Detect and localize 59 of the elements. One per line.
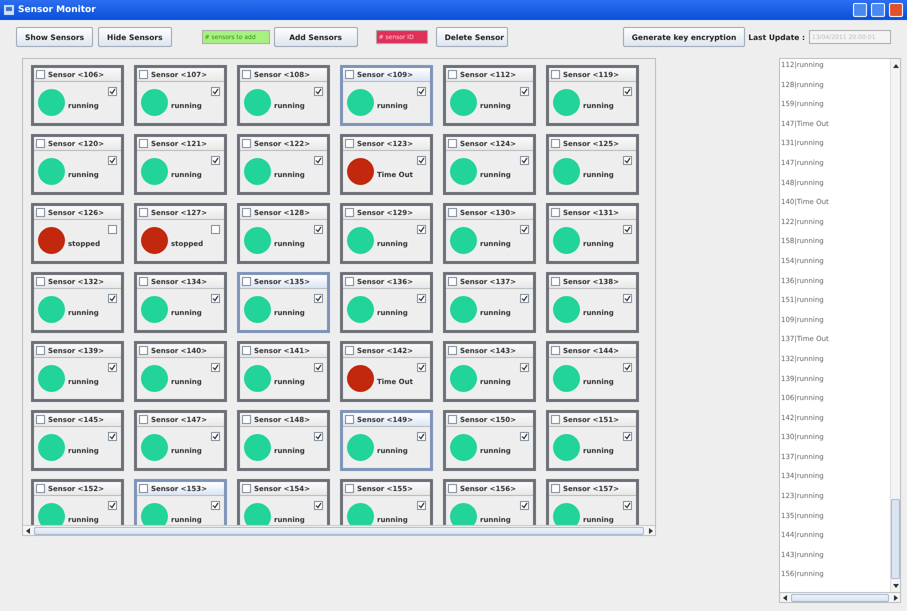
select-checkbox[interactable] xyxy=(551,277,560,286)
select-checkbox[interactable] xyxy=(36,415,45,424)
select-checkbox[interactable] xyxy=(139,139,148,148)
select-checkbox[interactable] xyxy=(242,484,251,493)
vertical-scrollbar[interactable] xyxy=(890,59,900,592)
scrollbar-thumb[interactable] xyxy=(891,499,900,579)
log-horizontal-scrollbar[interactable] xyxy=(779,593,901,603)
select-checkbox[interactable] xyxy=(139,484,148,493)
select-checkbox[interactable] xyxy=(345,208,354,217)
maximize-icon[interactable] xyxy=(871,3,885,17)
close-icon[interactable] xyxy=(889,3,903,17)
select-checkbox[interactable] xyxy=(345,277,354,286)
active-checkbox[interactable] xyxy=(211,225,220,234)
select-checkbox[interactable] xyxy=(448,70,457,79)
select-checkbox[interactable] xyxy=(448,415,457,424)
select-checkbox[interactable] xyxy=(36,208,45,217)
scrollbar-thumb[interactable] xyxy=(791,594,889,602)
select-checkbox[interactable] xyxy=(448,277,457,286)
scroll-down-icon[interactable] xyxy=(892,582,898,588)
select-checkbox[interactable] xyxy=(139,70,148,79)
select-checkbox[interactable] xyxy=(448,484,457,493)
select-checkbox[interactable] xyxy=(448,208,457,217)
select-checkbox[interactable] xyxy=(242,139,251,148)
select-checkbox[interactable] xyxy=(36,139,45,148)
select-checkbox[interactable] xyxy=(36,346,45,355)
select-checkbox[interactable] xyxy=(139,277,148,286)
select-checkbox[interactable] xyxy=(242,70,251,79)
select-checkbox[interactable] xyxy=(551,484,560,493)
select-checkbox[interactable] xyxy=(36,277,45,286)
select-checkbox[interactable] xyxy=(551,346,560,355)
select-checkbox[interactable] xyxy=(345,484,354,493)
select-checkbox[interactable] xyxy=(242,208,251,217)
select-checkbox[interactable] xyxy=(448,346,457,355)
select-checkbox[interactable] xyxy=(551,139,560,148)
select-checkbox[interactable] xyxy=(36,484,45,493)
select-checkbox[interactable] xyxy=(345,70,354,79)
select-checkbox[interactable] xyxy=(345,346,354,355)
scroll-up-icon[interactable] xyxy=(892,62,898,68)
minimize-icon[interactable] xyxy=(853,3,867,17)
active-checkbox[interactable] xyxy=(108,225,117,234)
scroll-right-icon[interactable] xyxy=(648,528,654,534)
select-checkbox[interactable] xyxy=(139,208,148,217)
app-icon xyxy=(4,5,14,15)
select-checkbox[interactable] xyxy=(448,139,457,148)
select-checkbox[interactable] xyxy=(345,139,354,148)
select-checkbox[interactable] xyxy=(551,415,560,424)
select-checkbox[interactable] xyxy=(551,70,560,79)
window-title: Sensor Monitor xyxy=(18,5,97,15)
select-checkbox[interactable] xyxy=(551,208,560,217)
select-checkbox[interactable] xyxy=(242,346,251,355)
select-checkbox[interactable] xyxy=(139,346,148,355)
select-checkbox[interactable] xyxy=(242,415,251,424)
select-checkbox[interactable] xyxy=(345,415,354,424)
select-checkbox[interactable] xyxy=(242,277,251,286)
scroll-left-icon[interactable] xyxy=(24,528,30,534)
select-checkbox[interactable] xyxy=(139,415,148,424)
select-checkbox[interactable] xyxy=(36,70,45,79)
scrollbar-thumb[interactable] xyxy=(34,526,644,534)
horizontal-scrollbar[interactable] xyxy=(23,525,655,535)
